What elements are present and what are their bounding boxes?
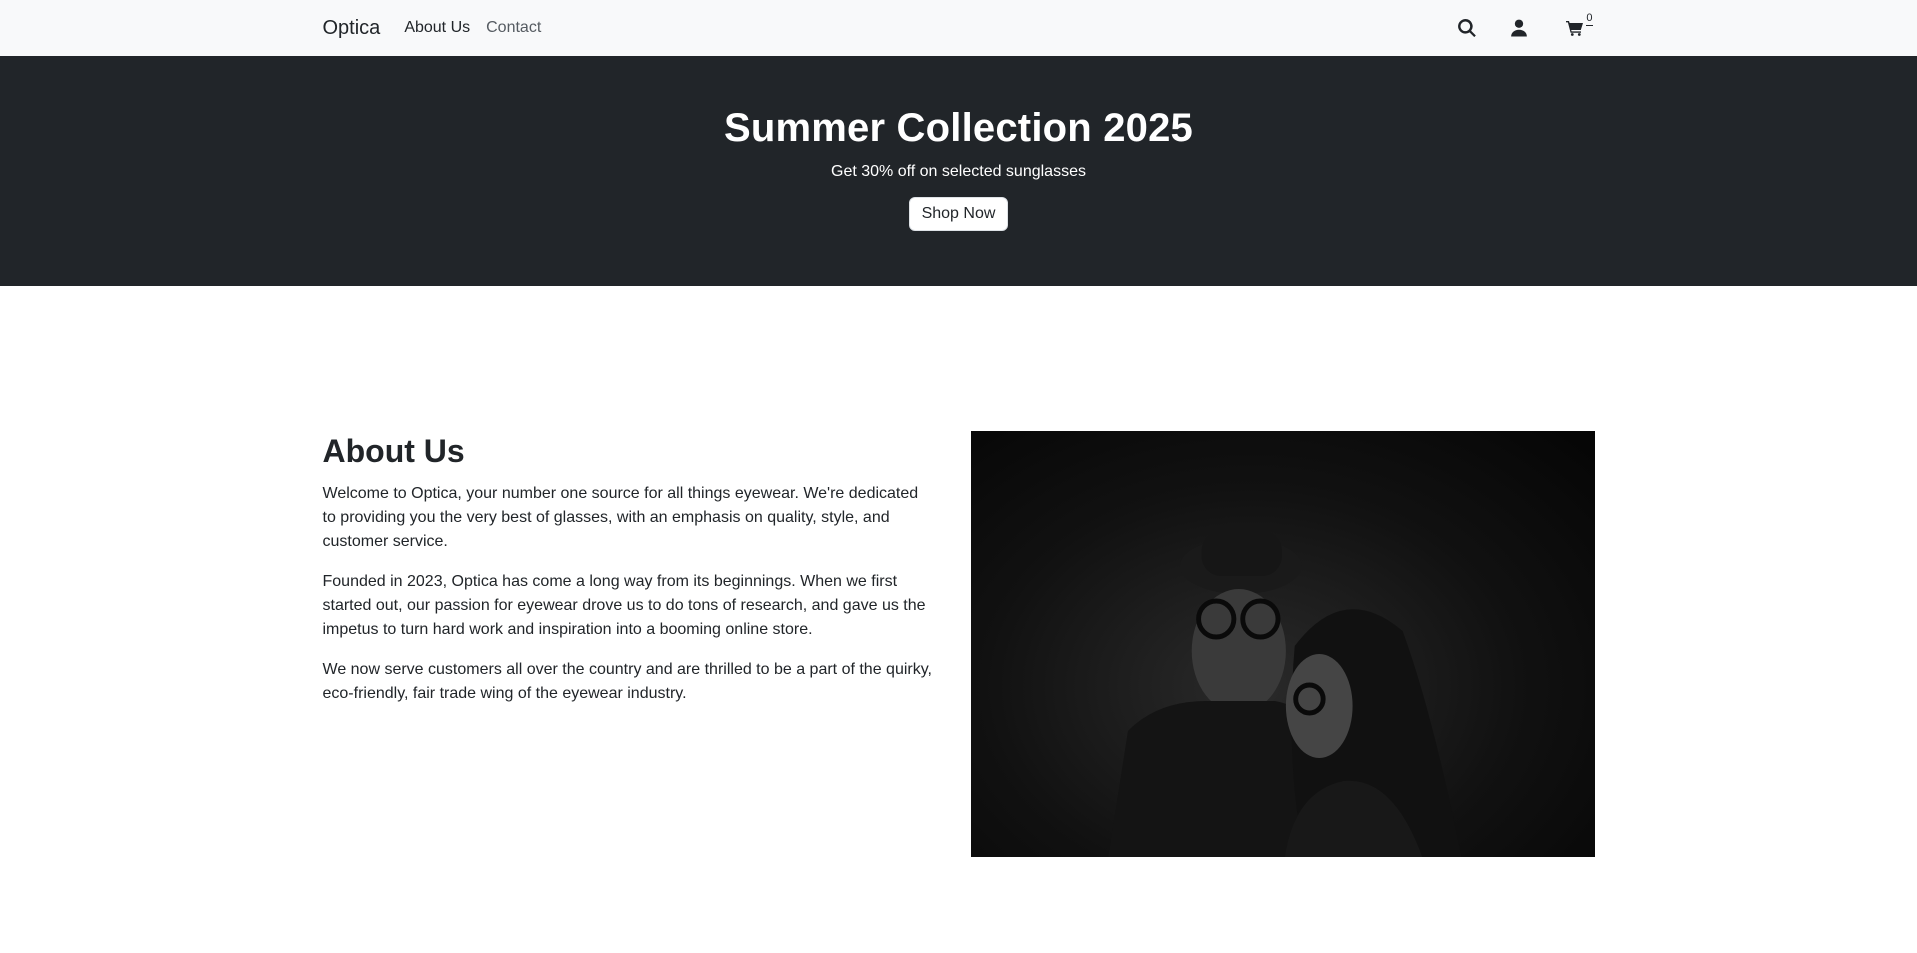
nav-link-about[interactable]: About Us <box>404 19 470 37</box>
cart-count-badge: 0 <box>1586 12 1593 26</box>
about-heading: About Us <box>322 433 465 469</box>
hero-title: Summer Collection 2025 <box>723 106 1193 150</box>
photo-silhouettes <box>1107 531 1462 857</box>
navbar-container: Optica About Us Contact 0 <box>311 12 1607 40</box>
about-paragraph: Founded in 2023, Optica has come a long … <box>322 573 926 638</box>
about-text: About Us Welcome to Optica, your number … <box>323 431 935 857</box>
about-paragraph: We now serve customers all over the coun… <box>322 661 932 702</box>
search-icon[interactable] <box>1455 16 1479 40</box>
about-section: About Us Welcome to Optica, your number … <box>311 431 1607 857</box>
user-icon[interactable] <box>1507 16 1531 40</box>
navbar-actions: 0 <box>1455 12 1593 40</box>
about-photo <box>970 431 1595 857</box>
about-paragraph: Welcome to Optica, your number one sourc… <box>322 485 919 550</box>
hero-banner: Summer Collection 2025 Get 30% off on se… <box>0 56 1917 286</box>
shop-now-button[interactable]: Shop Now <box>908 197 1009 231</box>
brand-logo[interactable]: Optica <box>323 17 381 40</box>
navbar: Optica About Us Contact 0 <box>0 0 1917 56</box>
nav-link-contact[interactable]: Contact <box>486 19 541 37</box>
cart-icon <box>1565 21 1583 36</box>
cart-button[interactable]: 0 <box>1559 12 1593 40</box>
hero-subtitle: Get 30% off on selected sunglasses <box>831 163 1086 180</box>
